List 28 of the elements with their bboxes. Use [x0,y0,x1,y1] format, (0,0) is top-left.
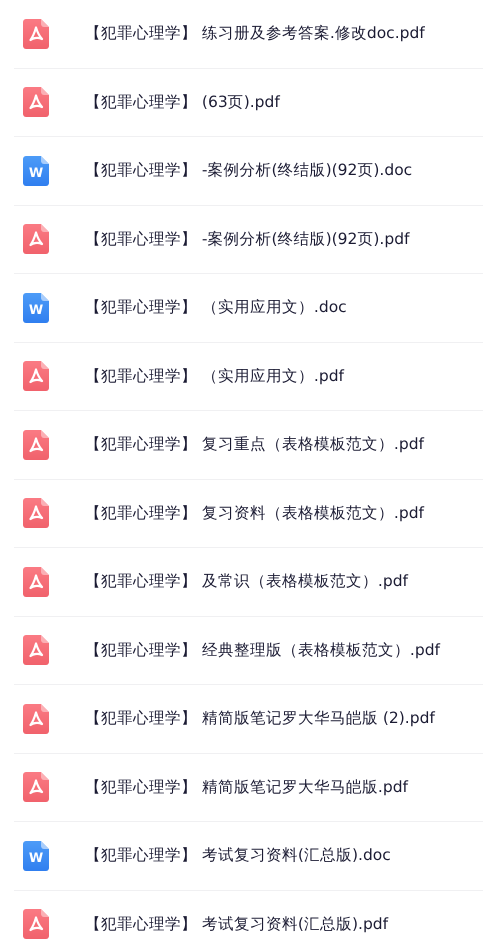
pdf-file-icon [23,430,49,460]
word-file-icon: W [23,840,49,871]
file-name-link[interactable]: 【犯罪心理学】 练习册及参考答案.修改doc.pdf [85,23,425,44]
file-name-link[interactable]: 【犯罪心理学】 精简版笔记罗大华马皑版.pdf [85,776,408,798]
file-name-link[interactable]: 【犯罪心理学】 -案例分析(终结版)(92页).doc [85,160,412,182]
file-name-link[interactable]: 【犯罪心理学】 -案例分析(终结版)(92页).pdf [85,228,410,250]
pdf-file-icon [23,635,49,666]
pdf-file-icon [23,87,49,118]
pdf-file-icon [23,18,49,49]
pdf-file-icon [23,566,49,597]
file-name-link[interactable]: 【犯罪心理学】 (63页).pdf [85,92,280,113]
pdf-file-icon [23,704,49,734]
pdf-file-icon [23,772,49,802]
file-name-link[interactable]: 【犯罪心理学】 精简版笔记罗大华马皑版 (2).pdf [85,708,435,730]
pdf-file-icon [23,361,49,392]
file-name-link[interactable]: 【犯罪心理学】 及常识（表格模板范文）.pdf [85,571,408,592]
file-name-link[interactable]: 【犯罪心理学】 （实用应用文）.doc [85,297,347,318]
file-name-link[interactable]: 【犯罪心理学】 考试复习资料(汇总版).doc [85,845,391,866]
file-name-link[interactable]: 【犯罪心理学】 经典整理版（表格模板范文）.pdf [85,640,440,661]
word-file-icon: W [23,156,49,186]
pdf-file-icon [23,498,49,528]
file-name-link[interactable]: 【犯罪心理学】 复习重点（表格模板范文）.pdf [85,434,424,456]
file-name-link[interactable]: 【犯罪心理学】 复习资料（表格模板范文）.pdf [85,502,424,524]
word-file-icon: W [23,292,49,323]
pdf-file-icon [23,909,49,940]
file-name-link[interactable]: 【犯罪心理学】 考试复习资料(汇总版).pdf [85,914,388,935]
file-name-link[interactable]: 【犯罪心理学】 （实用应用文）.pdf [85,366,344,387]
pdf-file-icon [23,224,49,254]
